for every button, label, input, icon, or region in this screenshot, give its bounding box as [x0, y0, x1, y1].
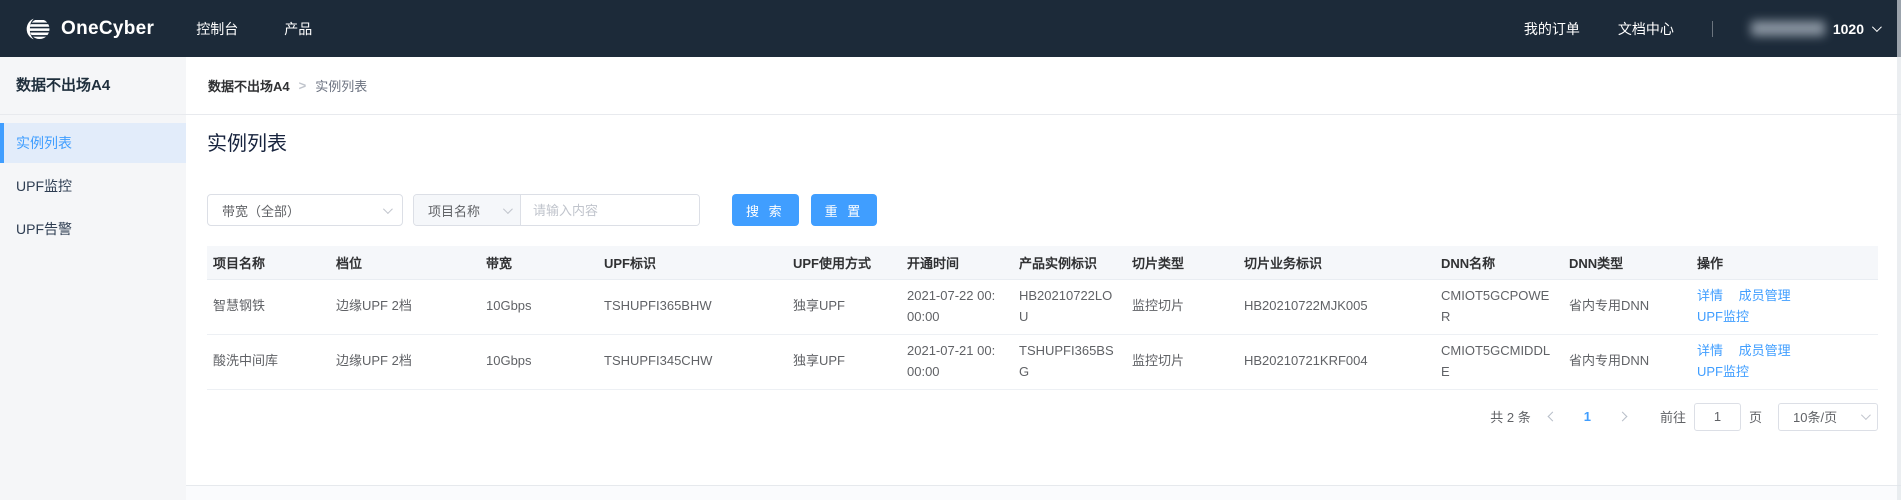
- cell-bandwidth: 10Gbps: [480, 334, 598, 389]
- onecyber-logo-icon: [22, 14, 52, 44]
- col-upf-mode: UPF使用方式: [787, 246, 901, 279]
- table-row: 酸洗中间库 边缘UPF 2档 10Gbps TSHUPFI345CHW 独享UP…: [207, 334, 1878, 389]
- search-input[interactable]: [521, 195, 699, 225]
- nav-my-orders[interactable]: 我的订单: [1524, 19, 1580, 39]
- cell-slice-biz-id: HB20210721KRF004: [1238, 334, 1435, 389]
- sidebar-item-upf-monitor[interactable]: UPF监控: [0, 166, 186, 206]
- nav-doc-center[interactable]: 文档中心: [1618, 19, 1674, 39]
- cell-project: 智慧钢铁: [207, 279, 330, 334]
- member-manage-link[interactable]: 成员管理: [1739, 343, 1791, 358]
- bandwidth-select[interactable]: 带宽（全部）: [207, 194, 403, 226]
- sidebar: 数据不出场A4 实例列表 UPF监控 UPF告警: [0, 57, 186, 500]
- col-instance-id: 产品实例标识: [1013, 246, 1126, 279]
- cell-instance-id: HB20210722LOU: [1013, 279, 1126, 334]
- col-actions: 操作: [1691, 246, 1878, 279]
- sidebar-item-instance-list[interactable]: 实例列表: [0, 123, 186, 163]
- cell-open-time: 2021-07-21 00:00:00: [901, 334, 1013, 389]
- nav-products[interactable]: 产品: [284, 19, 312, 39]
- chevron-down-icon: [1861, 410, 1871, 420]
- cell-slice-type: 监控切片: [1126, 279, 1238, 334]
- search-field-select[interactable]: 项目名称: [414, 195, 521, 225]
- col-slice-biz-id: 切片业务标识: [1238, 246, 1435, 279]
- pagination-total: 共 2 条: [1490, 407, 1530, 426]
- member-manage-link[interactable]: 成员管理: [1739, 288, 1791, 303]
- cell-upf-id: TSHUPFI365BHW: [598, 279, 787, 334]
- nav-divider: [1712, 21, 1713, 37]
- detail-link[interactable]: 详情: [1697, 288, 1723, 303]
- search-field-value: 项目名称: [428, 201, 480, 220]
- page-title: 实例列表: [207, 127, 1878, 156]
- bandwidth-select-value: 带宽（全部）: [222, 201, 300, 220]
- cell-actions: 详情 成员管理 UPF监控: [1691, 279, 1878, 334]
- sidebar-item-label: UPF监控: [16, 176, 72, 196]
- col-open-time: 开通时间: [901, 246, 1013, 279]
- breadcrumb: 数据不出场A4 > 实例列表: [186, 57, 1901, 115]
- sidebar-item-upf-alarm[interactable]: UPF告警: [0, 209, 186, 249]
- page-number-current[interactable]: 1: [1584, 409, 1591, 424]
- page-size-select[interactable]: 10条/页: [1778, 403, 1878, 431]
- goto-page-input[interactable]: [1694, 403, 1741, 431]
- top-navbar: OneCyber 控制台 产品 我的订单 文档中心 1020: [0, 0, 1901, 57]
- cell-upf-id: TSHUPFI345CHW: [598, 334, 787, 389]
- col-slice-type: 切片类型: [1126, 246, 1238, 279]
- filter-bar: 带宽（全部） 项目名称 搜 索 重 置: [207, 194, 1878, 226]
- cell-upf-mode: 独享UPF: [787, 334, 901, 389]
- upf-monitor-link[interactable]: UPF监控: [1697, 364, 1749, 379]
- cell-dnn-type: 省内专用DNN: [1563, 279, 1691, 334]
- cell-bandwidth: 10Gbps: [480, 279, 598, 334]
- content-card: 实例列表 带宽（全部） 项目名称 搜 索 重 置: [186, 115, 1901, 486]
- cell-project: 酸洗中间库: [207, 334, 330, 389]
- col-tier: 档位: [330, 246, 480, 279]
- breadcrumb-item-root[interactable]: 数据不出场A4: [208, 76, 290, 95]
- goto-label: 前往: [1660, 407, 1686, 426]
- reset-button[interactable]: 重 置: [811, 194, 878, 226]
- cell-slice-biz-id: HB20210722MJK005: [1238, 279, 1435, 334]
- col-project: 项目名称: [207, 246, 330, 279]
- chevron-down-icon: [1872, 22, 1882, 32]
- breadcrumb-item-current: 实例列表: [315, 76, 367, 95]
- col-bandwidth: 带宽: [480, 246, 598, 279]
- prev-page-icon[interactable]: [1547, 412, 1557, 422]
- cell-open-time: 2021-07-22 00:00:00: [901, 279, 1013, 334]
- sidebar-title: 数据不出场A4: [0, 57, 186, 115]
- cell-dnn-name: CMIOT5GCPOWER: [1435, 279, 1563, 334]
- breadcrumb-separator: >: [299, 78, 307, 93]
- nav-console[interactable]: 控制台: [196, 19, 238, 39]
- col-dnn-type: DNN类型: [1563, 246, 1691, 279]
- chevron-down-icon: [503, 204, 513, 214]
- upf-monitor-link[interactable]: UPF监控: [1697, 309, 1749, 324]
- page-background: [186, 486, 1901, 500]
- cell-upf-mode: 独享UPF: [787, 279, 901, 334]
- redacted-account-name: [1751, 21, 1825, 36]
- cell-dnn-name: CMIOT5GCMIDDLE: [1435, 334, 1563, 389]
- sidebar-item-label: UPF告警: [16, 219, 72, 239]
- account-menu[interactable]: 1020: [1751, 21, 1879, 37]
- brand-logo[interactable]: OneCyber: [22, 14, 154, 44]
- table-row: 智慧钢铁 边缘UPF 2档 10Gbps TSHUPFI365BHW 独享UPF…: [207, 279, 1878, 334]
- pagination: 共 2 条 1 前往 页 10条/页: [207, 403, 1878, 431]
- cell-actions: 详情 成员管理 UPF监控: [1691, 334, 1878, 389]
- page-size-value: 10条/页: [1793, 407, 1837, 426]
- scrollbar[interactable]: [1897, 0, 1901, 500]
- col-dnn-name: DNN名称: [1435, 246, 1563, 279]
- col-upf-id: UPF标识: [598, 246, 787, 279]
- chevron-down-icon: [383, 204, 393, 214]
- table-header-row: 项目名称 档位 带宽 UPF标识 UPF使用方式 开通时间 产品实例标识 切片类…: [207, 246, 1878, 279]
- sidebar-item-label: 实例列表: [16, 133, 72, 153]
- search-group: 项目名称: [413, 194, 700, 226]
- next-page-icon[interactable]: [1618, 412, 1628, 422]
- cell-slice-type: 监控切片: [1126, 334, 1238, 389]
- cell-tier: 边缘UPF 2档: [330, 279, 480, 334]
- page-unit-label: 页: [1749, 407, 1762, 426]
- account-suffix: 1020: [1833, 21, 1864, 37]
- cell-tier: 边缘UPF 2档: [330, 334, 480, 389]
- cell-dnn-type: 省内专用DNN: [1563, 334, 1691, 389]
- cell-instance-id: TSHUPFI365BSG: [1013, 334, 1126, 389]
- detail-link[interactable]: 详情: [1697, 343, 1723, 358]
- search-button[interactable]: 搜 索: [732, 194, 799, 226]
- instance-table: 项目名称 档位 带宽 UPF标识 UPF使用方式 开通时间 产品实例标识 切片类…: [207, 246, 1878, 390]
- brand-name: OneCyber: [61, 18, 154, 40]
